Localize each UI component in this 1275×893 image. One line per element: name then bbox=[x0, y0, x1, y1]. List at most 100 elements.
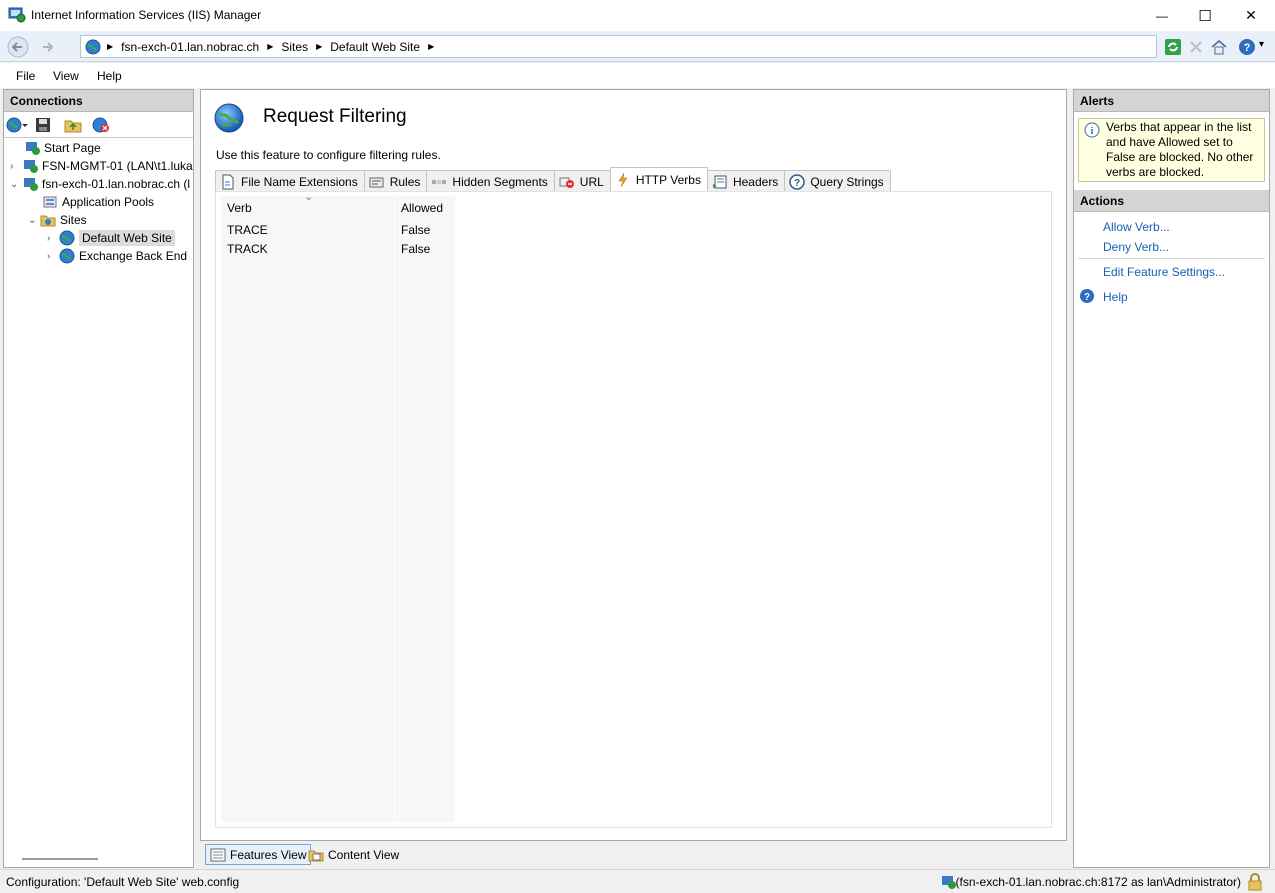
request-filtering-globe-icon bbox=[214, 103, 244, 133]
tree-label: Sites bbox=[60, 213, 87, 227]
tab-label: URL bbox=[579, 174, 604, 189]
close-button[interactable]: ✕ bbox=[1228, 0, 1274, 31]
title-bar: Internet Information Services (IIS) Mana… bbox=[0, 0, 1275, 31]
server-icon bbox=[24, 178, 38, 191]
breadcrumb-separator-icon: ▶ bbox=[316, 42, 323, 51]
expand-chevron-icon[interactable]: › bbox=[47, 233, 57, 244]
menu-file[interactable]: File bbox=[16, 69, 35, 83]
breadcrumb-server[interactable]: fsn-exch-01.lan.nobrac.ch bbox=[121, 40, 259, 54]
forward-button[interactable] bbox=[35, 35, 61, 59]
features-view-label: Features View bbox=[230, 847, 307, 862]
actions-header: Actions bbox=[1074, 190, 1269, 212]
alerts-header: Alerts bbox=[1074, 90, 1269, 112]
minimize-icon: — bbox=[1156, 8, 1168, 23]
breadcrumb-separator-icon: ▶ bbox=[107, 42, 114, 51]
edit-feature-settings-link[interactable]: Edit Feature Settings... bbox=[1103, 265, 1225, 279]
expand-chevron-icon[interactable]: › bbox=[47, 251, 57, 262]
help-link[interactable]: Help bbox=[1103, 290, 1128, 304]
lightning-icon bbox=[618, 172, 628, 187]
connect-globe-icon[interactable] bbox=[6, 117, 28, 133]
help-icon[interactable]: ? bbox=[1238, 37, 1256, 57]
content-view-icon bbox=[308, 850, 324, 861]
tab-headers[interactable]: Headers bbox=[706, 170, 786, 192]
svg-text:?: ? bbox=[794, 178, 800, 189]
tree-mgmt-server[interactable]: › FSN-MGMT-01 (LAN\t1.luka bbox=[10, 157, 193, 175]
website-globe-icon bbox=[59, 230, 75, 246]
connections-header: Connections bbox=[4, 90, 193, 112]
address-row: ▶ fsn-exch-01.lan.nobrac.ch ▶ Sites ▶ De… bbox=[0, 31, 1275, 62]
document-icon bbox=[222, 174, 234, 189]
tab-label: Query Strings bbox=[810, 174, 884, 189]
tab-file-name-extensions[interactable]: File Name Extensions bbox=[215, 170, 365, 192]
refresh-icon[interactable] bbox=[1164, 37, 1182, 57]
verb-column-bg bbox=[221, 196, 394, 822]
right-pane: Alerts i Verbs that appear in the list a… bbox=[1073, 89, 1270, 868]
sites-folder-icon bbox=[40, 215, 56, 227]
tree-label: Exchange Back End bbox=[79, 249, 188, 263]
tab-query-strings[interactable]: ? Query Strings bbox=[784, 170, 891, 192]
actions-divider bbox=[1078, 258, 1265, 259]
stop-icon[interactable] bbox=[1188, 37, 1204, 57]
tree-exch-server[interactable]: ⌄ fsn-exch-01.lan.nobrac.ch (l bbox=[10, 175, 190, 193]
horizontal-scrollbar[interactable] bbox=[22, 858, 98, 860]
tree-start-page[interactable]: Start Page bbox=[24, 139, 101, 157]
help-dropdown-icon[interactable]: ▾ bbox=[1259, 39, 1264, 50]
tree-label: Start Page bbox=[44, 141, 101, 155]
status-config: Configuration: 'Default Web Site' web.co… bbox=[6, 875, 240, 889]
info-icon: i bbox=[1084, 122, 1100, 138]
view-switcher: Features View Content View bbox=[200, 842, 1067, 868]
connections-tree: Start Page › FSN-MGMT-01 (LAN\t1.luka ⌄ … bbox=[4, 139, 193, 839]
feature-description: Use this feature to configure filtering … bbox=[216, 148, 441, 162]
menu-help[interactable]: Help bbox=[97, 69, 122, 83]
back-button[interactable] bbox=[5, 35, 31, 59]
expand-chevron-icon[interactable]: › bbox=[10, 161, 20, 172]
status-connection: (fsn-exch-01.lan.nobrac.ch:8172 as lan\A… bbox=[955, 875, 1241, 889]
feature-pane: Request Filtering Use this feature to co… bbox=[200, 89, 1067, 841]
cell-allowed: False bbox=[401, 242, 431, 256]
tab-http-verbs[interactable]: HTTP Verbs bbox=[609, 167, 708, 191]
cell-verb: TRACK bbox=[227, 242, 268, 256]
column-header-verb[interactable]: Verb bbox=[227, 201, 252, 215]
collapse-chevron-icon[interactable]: ⌄ bbox=[28, 215, 38, 226]
maximize-button[interactable]: ☐ bbox=[1182, 0, 1228, 31]
tab-label: File Name Extensions bbox=[241, 174, 358, 189]
deny-verb-link[interactable]: Deny Verb... bbox=[1103, 240, 1169, 254]
save-icon[interactable] bbox=[35, 117, 51, 133]
address-bar[interactable]: ▶ fsn-exch-01.lan.nobrac.ch ▶ Sites ▶ De… bbox=[80, 35, 1157, 58]
menu-view[interactable]: View bbox=[53, 69, 79, 83]
allow-verb-link[interactable]: Allow Verb... bbox=[1103, 220, 1170, 234]
breadcrumb-separator-icon: ▶ bbox=[428, 42, 435, 51]
server-status-icon bbox=[942, 876, 956, 889]
tree-exchange-backend[interactable]: › Exchange Back End bbox=[47, 247, 187, 265]
allowed-column-bg bbox=[395, 196, 455, 822]
cell-verb: TRACE bbox=[227, 223, 268, 237]
url-deny-icon bbox=[559, 177, 574, 188]
actions-section: Actions bbox=[1074, 190, 1269, 212]
sort-descending-icon: ⌄ bbox=[304, 191, 314, 203]
tab-hidden-segments[interactable]: Hidden Segments bbox=[426, 170, 555, 192]
content-view-button[interactable]: Content View bbox=[304, 844, 403, 865]
tab-rules[interactable]: Rules bbox=[363, 170, 428, 192]
minimize-button[interactable]: — bbox=[1139, 0, 1185, 31]
tab-url[interactable]: URL bbox=[553, 170, 611, 192]
home-icon[interactable] bbox=[1210, 37, 1228, 57]
breadcrumb-separator-icon: ▶ bbox=[267, 42, 274, 51]
up-folder-icon[interactable] bbox=[64, 117, 82, 133]
breadcrumb-sites[interactable]: Sites bbox=[281, 40, 308, 54]
tree-label: Default Web Site bbox=[79, 230, 175, 246]
features-view-icon bbox=[210, 848, 226, 861]
cell-allowed: False bbox=[401, 223, 431, 237]
close-icon: ✕ bbox=[1245, 7, 1257, 23]
disconnect-icon[interactable] bbox=[92, 117, 110, 133]
tree-default-web-site[interactable]: › Default Web Site bbox=[47, 229, 175, 247]
maximize-icon: ☐ bbox=[1198, 7, 1212, 25]
alert-message: i Verbs that appear in the list and have… bbox=[1078, 118, 1265, 182]
column-header-allowed[interactable]: Allowed bbox=[401, 201, 443, 215]
tab-label: HTTP Verbs bbox=[635, 172, 701, 187]
tree-sites[interactable]: ⌄ Sites bbox=[28, 211, 87, 229]
tab-label: Rules bbox=[389, 174, 421, 189]
tree-app-pools[interactable]: Application Pools bbox=[42, 193, 154, 211]
breadcrumb-default-web-site[interactable]: Default Web Site bbox=[330, 40, 420, 54]
collapse-chevron-icon[interactable]: ⌄ bbox=[10, 179, 20, 190]
features-view-button[interactable]: Features View bbox=[205, 844, 312, 865]
